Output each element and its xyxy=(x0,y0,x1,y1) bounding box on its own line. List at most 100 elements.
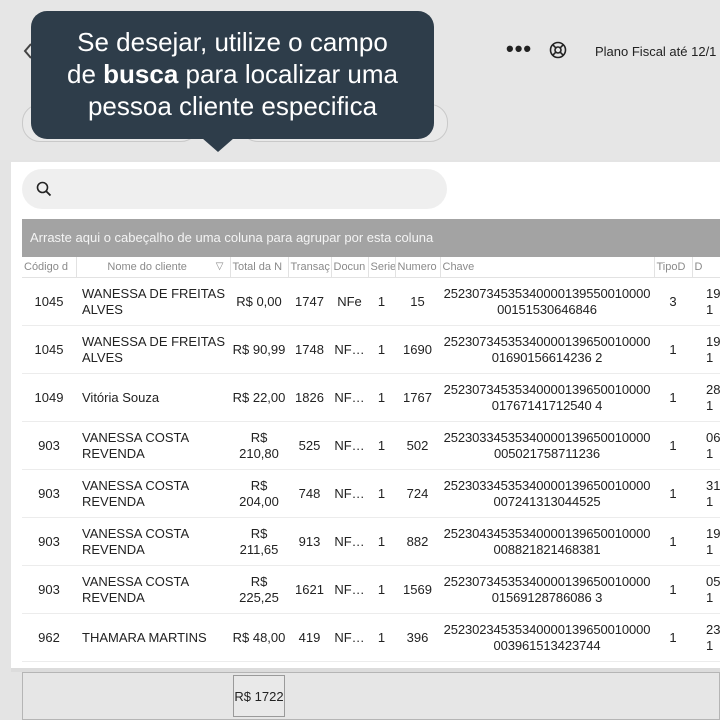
more-options-button[interactable]: ••• xyxy=(506,36,532,62)
cell-nome: THAMARA MARTINS xyxy=(76,613,230,662)
cell-total: R$ 225,25 xyxy=(230,565,288,614)
cell-transacao: 1826 xyxy=(288,373,331,422)
column-header-codigo[interactable]: Código d xyxy=(22,257,77,278)
cell-serie: 1 xyxy=(368,517,395,566)
column-header-numero[interactable]: Numero xyxy=(395,257,441,278)
cell-tipo: 1 xyxy=(654,373,692,422)
column-header-nome[interactable]: Nome do cliente ▽ xyxy=(76,257,231,278)
group-by-area[interactable]: Arraste aqui o cabeçalho de uma coluna p… xyxy=(22,219,720,257)
cell-nome: Vitória Souza xyxy=(76,373,230,422)
search-input[interactable] xyxy=(64,177,438,203)
cell-tipo: 1 xyxy=(654,565,692,614)
cell-tipo: 3 xyxy=(654,277,692,326)
cell-data: 19/ 1 xyxy=(692,277,720,326)
cell-codigo: 903 xyxy=(22,517,76,566)
cell-serie: 1 xyxy=(368,469,395,518)
table-row[interactable]: 903 VANESSA COSTA REVENDA R$ 210,80 525 NF… 1… xyxy=(22,421,720,470)
cell-data: 23/ 1 xyxy=(692,613,720,662)
column-header-transacao[interactable]: Transaç xyxy=(288,257,332,278)
cell-chave: 2523073453534000013965001000001569128786… xyxy=(440,565,654,614)
cell-tipo: 1 xyxy=(654,613,692,662)
table-row[interactable]: 903 VANESSA COSTA REVENDA R$ 204,00 748 NF… 1… xyxy=(22,469,720,518)
cell-nome: VANESSA COSTA REVENDA xyxy=(76,565,230,614)
cell-numero: 502 xyxy=(395,421,440,470)
cell-documento: NF… xyxy=(331,469,368,518)
cell-total: R$ 211,65 xyxy=(230,517,288,566)
table-row[interactable]: 903 VANESSA COSTA REVENDA R$ 225,25 1621 NF…… xyxy=(22,565,720,614)
cell-transacao: 419 xyxy=(288,613,331,662)
cell-transacao: 525 xyxy=(288,421,331,470)
cell-serie: 1 xyxy=(368,373,395,422)
cell-documento: NF… xyxy=(331,517,368,566)
cell-chave: 2523043453534000013965001000000882182146… xyxy=(440,517,654,566)
cell-numero: 15 xyxy=(395,277,440,326)
cell-chave: 2523073453534000013965001000001767141712… xyxy=(440,373,654,422)
cell-tipo: 1 xyxy=(654,469,692,518)
cell-data: 31/ 1 xyxy=(692,469,720,518)
column-header-data[interactable]: D xyxy=(692,257,720,278)
cell-documento: NF… xyxy=(331,565,368,614)
help-button[interactable] xyxy=(549,41,567,59)
cell-chave: 2523073453534000013965001000001690156614… xyxy=(440,325,654,374)
invoice-table: Código d Nome do cliente ▽ Total da N Tra… xyxy=(22,257,720,662)
filter-icon[interactable]: ▽ xyxy=(216,261,224,272)
cell-codigo: 962 xyxy=(22,613,76,662)
cell-numero: 882 xyxy=(395,517,440,566)
column-header-documento[interactable]: Docun xyxy=(331,257,369,278)
table-row[interactable]: 1045 WANESSA DE FREITAS ALVES R$ 0,00 1747 N… xyxy=(22,277,720,326)
search-box[interactable] xyxy=(22,169,447,209)
tooltip-line: pessoa cliente especifica xyxy=(87,91,378,121)
cell-nome: WANESSA DE FREITAS ALVES xyxy=(76,325,230,374)
cell-chave: 2523033453534000013965001000000502175871… xyxy=(440,421,654,470)
cell-serie: 1 xyxy=(368,613,395,662)
cell-numero: 1690 xyxy=(395,325,440,374)
cell-total: R$ 90,99 xyxy=(230,325,288,374)
cell-data: 28/ 1 xyxy=(692,373,720,422)
cell-transacao: 913 xyxy=(288,517,331,566)
column-header-chave[interactable]: Chave xyxy=(440,257,655,278)
cell-documento: NF… xyxy=(331,325,368,374)
cell-total: R$ 210,80 xyxy=(230,421,288,470)
onboarding-tooltip: Se desejar, utilize o campo de busca par… xyxy=(31,11,434,139)
table-header-row: Código d Nome do cliente ▽ Total da N Tra… xyxy=(22,257,720,278)
cell-transacao: 1621 xyxy=(288,565,331,614)
cell-numero: 396 xyxy=(395,613,440,662)
cell-codigo: 903 xyxy=(22,469,76,518)
cell-total: R$ 204,00 xyxy=(230,469,288,518)
cell-chave: 2523073453534000013955001000000151530646… xyxy=(440,277,654,326)
cell-codigo: 903 xyxy=(22,565,76,614)
table-row[interactable]: 903 VANESSA COSTA REVENDA R$ 211,65 913 NF… 1… xyxy=(22,517,720,566)
cell-codigo: 1049 xyxy=(22,373,76,422)
table-row[interactable]: 962 THAMARA MARTINS R$ 48,00 419 NF… 1 396 2523… xyxy=(22,613,720,662)
tooltip-highlight: busca xyxy=(103,59,179,89)
cell-serie: 1 xyxy=(368,277,395,326)
cell-data: 19/ 1 xyxy=(692,325,720,374)
cell-codigo: 903 xyxy=(22,421,76,470)
plan-label[interactable]: Plano Fiscal até 12/1 xyxy=(595,44,716,59)
cell-transacao: 1747 xyxy=(288,277,331,326)
column-header-total[interactable]: Total da N xyxy=(230,257,289,278)
tooltip-pointer xyxy=(202,138,234,152)
footer-total: R$ 1722 xyxy=(233,675,285,717)
cell-tipo: 1 xyxy=(654,325,692,374)
column-header-tipo[interactable]: TipoD xyxy=(654,257,693,278)
cell-codigo: 1045 xyxy=(22,325,76,374)
tooltip-line: Se desejar, utilize o campo xyxy=(77,27,388,57)
table-row[interactable]: 1049 Vitória Souza R$ 22,00 1826 NF… 1 1767 252… xyxy=(22,373,720,422)
cell-total: R$ 0,00 xyxy=(230,277,288,326)
cell-tipo: 1 xyxy=(654,421,692,470)
cell-chave: 2523023453534000013965001000000396151342… xyxy=(440,613,654,662)
cell-data: 05/ 1 xyxy=(692,565,720,614)
lifebuoy-icon xyxy=(549,41,567,59)
table-row[interactable]: 1045 WANESSA DE FREITAS ALVES R$ 90,99 1748… xyxy=(22,325,720,374)
tooltip-text: de xyxy=(67,59,104,89)
column-header-serie[interactable]: Serie xyxy=(368,257,396,278)
cell-nome: VANESSA COSTA REVENDA xyxy=(76,469,230,518)
cell-documento: NF… xyxy=(331,613,368,662)
cell-total: R$ 48,00 xyxy=(230,613,288,662)
cell-total: R$ 22,00 xyxy=(230,373,288,422)
cell-chave: 2523033453534000013965001000000724131304… xyxy=(440,469,654,518)
main-panel: Arraste aqui o cabeçalho de uma coluna p… xyxy=(11,162,720,668)
search-icon xyxy=(36,181,52,197)
summary-footer xyxy=(22,672,720,720)
